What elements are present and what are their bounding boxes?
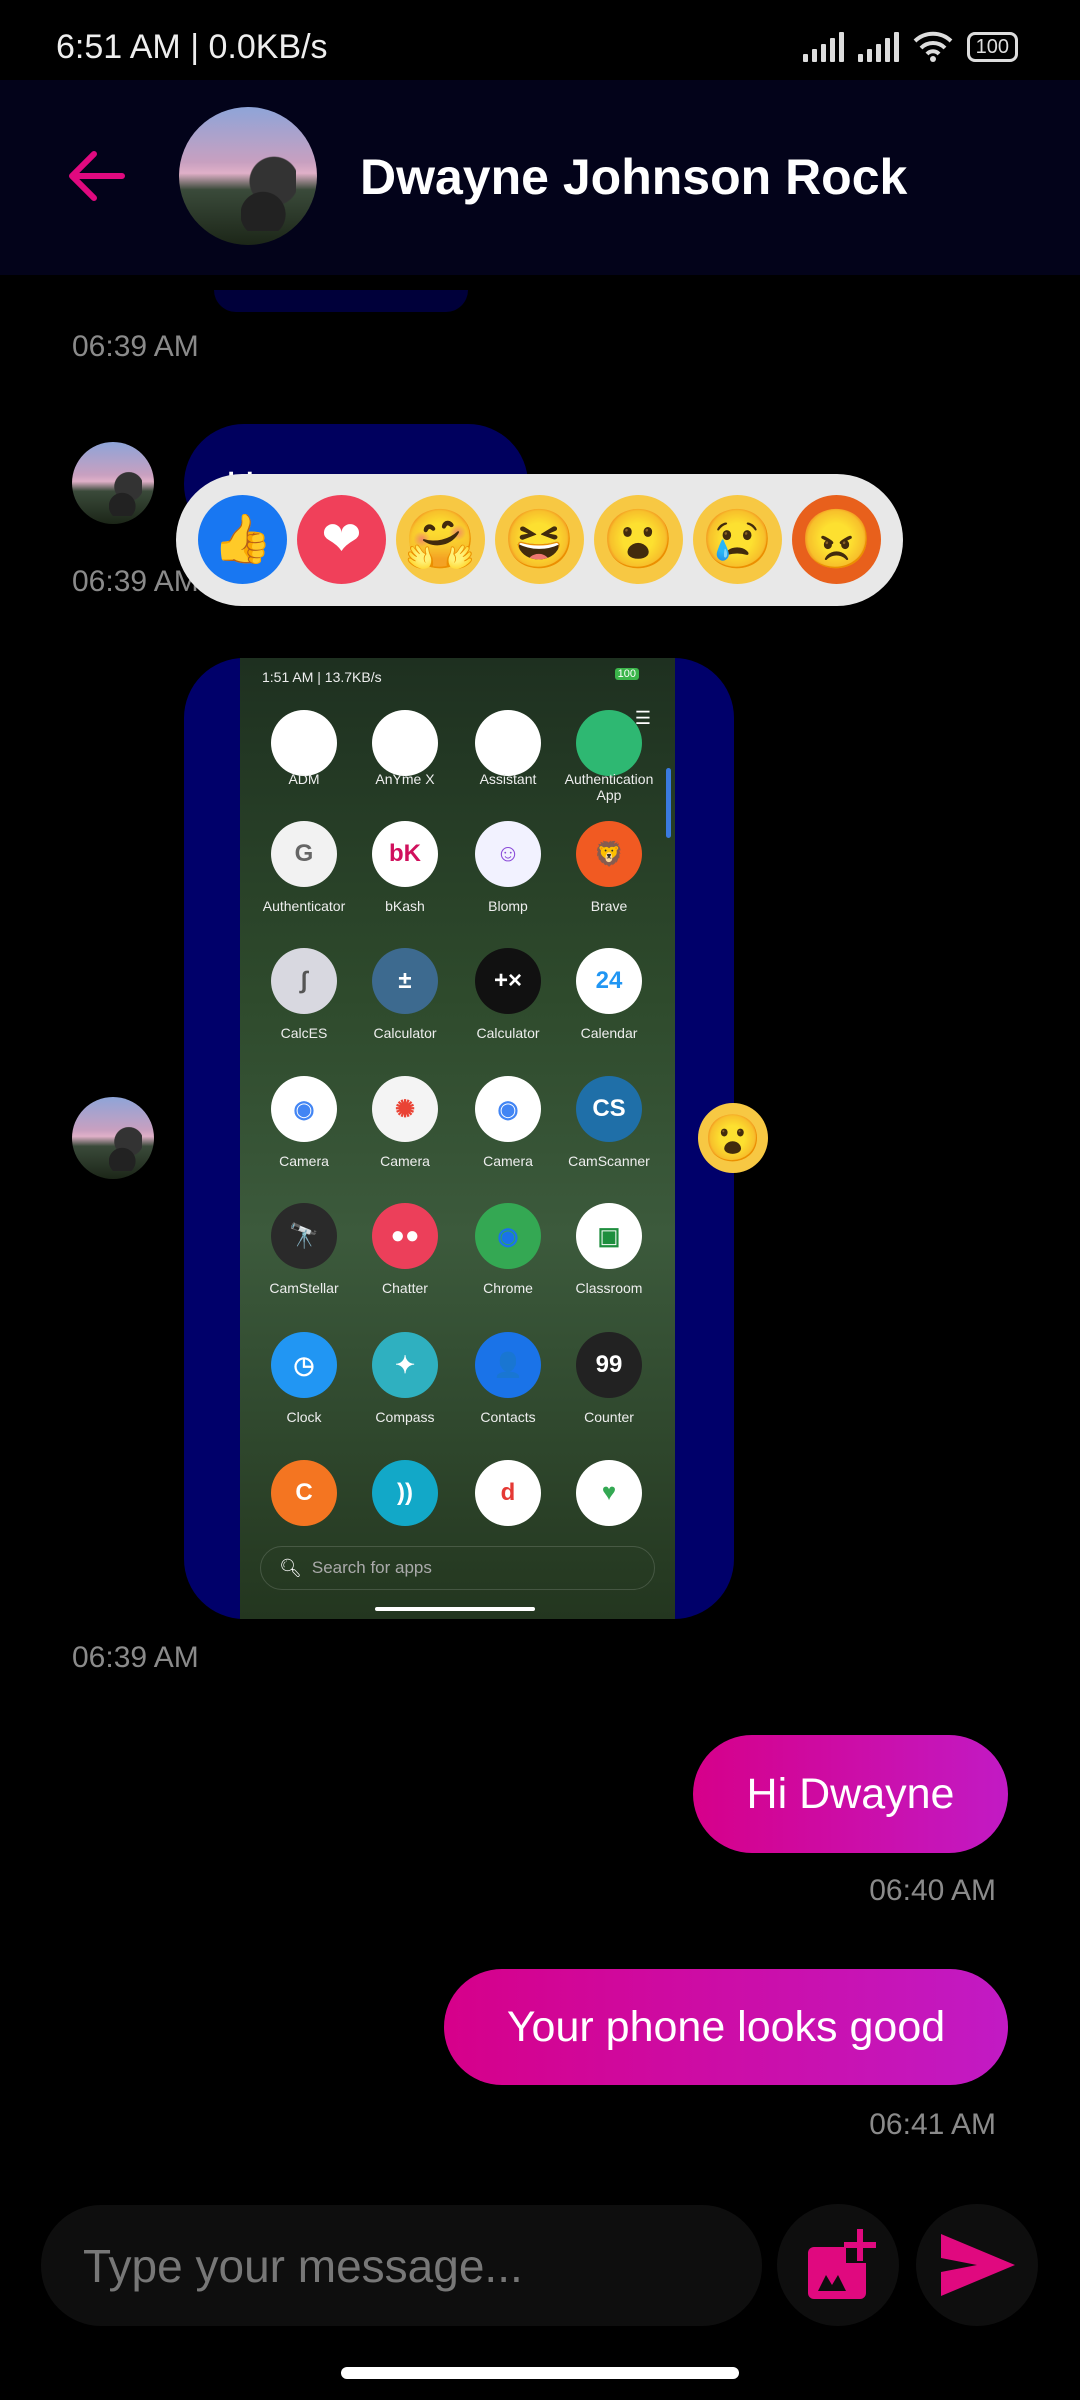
- message-bubble-partial[interactable]: [214, 290, 468, 312]
- app-label: Chatter: [382, 1280, 428, 1296]
- wifi-icon: [913, 31, 953, 62]
- app-icon[interactable]: [271, 710, 337, 776]
- scrollbar[interactable]: [666, 768, 671, 838]
- app-label: Blomp: [488, 898, 528, 914]
- app-icon[interactable]: [372, 710, 438, 776]
- wow-reaction-icon[interactable]: 😮: [594, 495, 683, 584]
- send-button[interactable]: [916, 2204, 1038, 2326]
- app-label: CalcES: [280, 1025, 328, 1041]
- app-icon-authenticator[interactable]: G: [271, 821, 337, 887]
- app-label: Calculator: [476, 1025, 540, 1041]
- timestamp: 06:40 AM: [869, 1874, 996, 1907]
- message-input[interactable]: [41, 2205, 762, 2326]
- message-text: Your phone looks good: [506, 2002, 946, 2051]
- app-icon-contacts[interactable]: 👤: [475, 1332, 541, 1398]
- message-text: Hi Dwayne: [746, 1769, 955, 1818]
- app-label: Camera: [380, 1153, 430, 1169]
- app-label: Clock: [286, 1409, 322, 1425]
- angry-reaction-icon[interactable]: 😠: [792, 495, 881, 584]
- reaction-picker: 👍 ❤ 🤗 😆 😮 😢 😠: [176, 474, 903, 606]
- like-reaction-icon[interactable]: 👍: [198, 495, 287, 584]
- wow-reaction-icon[interactable]: 😮: [698, 1103, 768, 1173]
- screenshot-battery: 100: [614, 668, 639, 680]
- app-icon-blomp[interactable]: ☺: [475, 821, 541, 887]
- app-icon-chrome[interactable]: ◉: [475, 1203, 541, 1269]
- app-icon-app[interactable]: )): [372, 1460, 438, 1526]
- sad-reaction-icon[interactable]: 😢: [693, 495, 782, 584]
- app-label: CamScanner: [568, 1153, 650, 1169]
- app-icon-chatter[interactable]: ●●: [372, 1203, 438, 1269]
- app-label: Chrome: [483, 1280, 533, 1296]
- app-icon-classroom[interactable]: ▣: [576, 1203, 642, 1269]
- attach-image-button[interactable]: [777, 2204, 899, 2326]
- signal-icon: [802, 32, 844, 62]
- sender-avatar: [72, 1097, 154, 1179]
- care-reaction-icon[interactable]: 🤗: [396, 495, 485, 584]
- app-icon-bkash[interactable]: bK: [372, 821, 438, 887]
- app-icon-calces[interactable]: ∫: [271, 948, 337, 1014]
- sender-avatar: [72, 442, 154, 524]
- app-icon-app[interactable]: C: [271, 1460, 337, 1526]
- app-icon-clock[interactable]: ◷: [271, 1332, 337, 1398]
- timestamp: 06:41 AM: [869, 2108, 996, 2141]
- app-label: Compass: [375, 1409, 435, 1425]
- haha-reaction-icon[interactable]: 😆: [495, 495, 584, 584]
- status-time: 6:51 AM | 0.0KB/s: [56, 28, 328, 66]
- app-label: Authentication App: [564, 771, 654, 803]
- app-label: Brave: [590, 898, 628, 914]
- app-icon-app[interactable]: d: [475, 1460, 541, 1526]
- screenshot-status-time: 1:51 AM | 13.7KB/s: [262, 669, 382, 685]
- app-icon-calculator[interactable]: ±: [372, 948, 438, 1014]
- app-icon-camera[interactable]: ✺: [372, 1076, 438, 1142]
- screenshot-home-bar: [375, 1607, 535, 1611]
- message-bubble-outgoing[interactable]: Your phone looks good: [444, 1969, 1008, 2085]
- home-indicator[interactable]: [341, 2367, 739, 2379]
- timestamp: 06:39 AM: [72, 1641, 199, 1674]
- status-icons: 100: [802, 30, 1018, 62]
- app-icon-compass[interactable]: ✦: [372, 1332, 438, 1398]
- app-icon[interactable]: [576, 710, 642, 776]
- contact-name: Dwayne Johnson Rock: [360, 149, 908, 205]
- app-label: ADM: [288, 771, 320, 787]
- app-icon-camera[interactable]: ◉: [271, 1076, 337, 1142]
- timestamp: 06:39 AM: [72, 565, 199, 598]
- app-icon-camscanner[interactable]: CS: [576, 1076, 642, 1142]
- search-placeholder: Search for apps: [311, 1558, 432, 1577]
- app-label: bKash: [385, 898, 425, 914]
- app-icon-counter[interactable]: 99: [576, 1332, 642, 1398]
- love-reaction-icon[interactable]: ❤: [297, 495, 386, 584]
- search-icon: 🔍︎: [279, 1557, 302, 1578]
- message-bubble-outgoing[interactable]: Hi Dwayne: [693, 1735, 1008, 1853]
- app-label: Authenticator: [262, 898, 346, 914]
- add-photo-icon: [808, 2229, 876, 2299]
- app-label: Assistant: [479, 771, 537, 787]
- app-label: CamStellar: [269, 1280, 339, 1296]
- app-icon[interactable]: [475, 710, 541, 776]
- signal-icon: [857, 32, 899, 62]
- shared-screenshot[interactable]: 1:51 AM | 13.7KB/s 100 ☰ ADM AnYme X Assis…: [240, 658, 675, 1619]
- app-label: Classroom: [575, 1280, 643, 1296]
- app-icon-brave[interactable]: 🦁: [576, 821, 642, 887]
- app-icon-app[interactable]: ♥: [576, 1460, 642, 1526]
- app-label: Calculator: [373, 1025, 437, 1041]
- app-label: Counter: [584, 1409, 634, 1425]
- app-label: Calendar: [580, 1025, 638, 1041]
- app-label: Camera: [279, 1153, 329, 1169]
- app-label: Contacts: [480, 1409, 536, 1425]
- battery-icon: 100: [966, 32, 1018, 62]
- arrow-left-icon[interactable]: [66, 146, 126, 206]
- app-label: AnYme X: [375, 771, 435, 787]
- app-label: Camera: [483, 1153, 533, 1169]
- app-icon-calculator[interactable]: +×: [475, 948, 541, 1014]
- app-icon-calendar[interactable]: 24: [576, 948, 642, 1014]
- contact-avatar[interactable]: [179, 107, 317, 245]
- app-icon-camera[interactable]: ◉: [475, 1076, 541, 1142]
- status-bar: 6:51 AM | 0.0KB/s 100: [0, 0, 1080, 80]
- timestamp: 06:39 AM: [72, 330, 199, 363]
- app-icon-camstellar[interactable]: 🔭: [271, 1203, 337, 1269]
- app-search-bar[interactable]: 🔍︎ Search for apps: [260, 1546, 655, 1590]
- send-icon: [941, 2234, 1015, 2296]
